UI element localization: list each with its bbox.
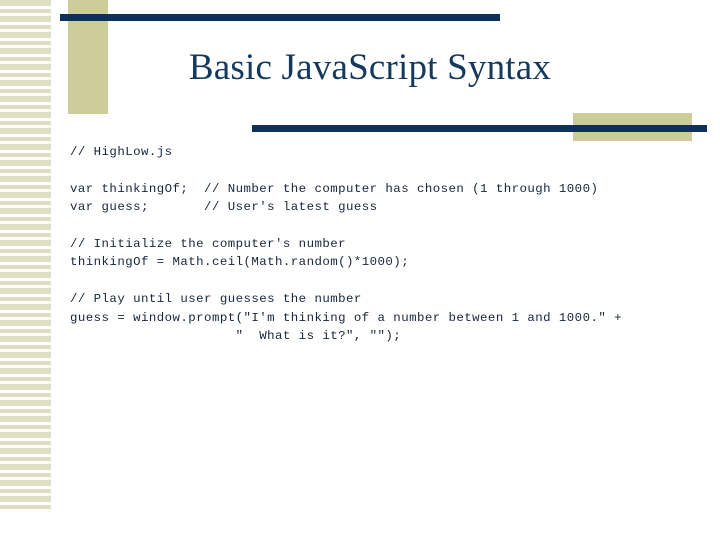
code-line: var thinkingOf; // Number the computer h…: [70, 181, 599, 196]
slide: Basic JavaScript Syntax // HighLow.js va…: [0, 0, 720, 540]
code-line: // Initialize the computer's number: [70, 237, 346, 252]
code-line: thinkingOf = Math.ceil(Math.random()*100…: [70, 255, 410, 270]
slide-title: Basic JavaScript Syntax: [188, 47, 552, 88]
code-line: // Play until user guesses the number: [70, 292, 362, 307]
code-line: " What is it?", "");: [70, 329, 402, 344]
left-stripe-decoration: [0, 0, 51, 512]
code-listing: // HighLow.js var thinkingOf; // Number …: [70, 143, 710, 345]
navy-rule-top: [60, 14, 500, 21]
code-line: guess = window.prompt("I'm thinking of a…: [70, 310, 622, 325]
code-line: // HighLow.js: [70, 145, 173, 159]
navy-rule-bottom: [252, 125, 707, 132]
code-line: var guess; // User's latest guess: [70, 200, 378, 215]
